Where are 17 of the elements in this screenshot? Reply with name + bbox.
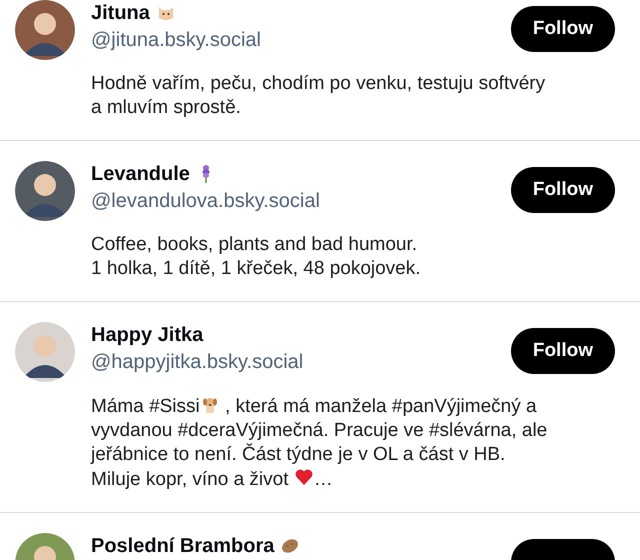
profile-handle: @jituna.bsky.social (91, 28, 261, 53)
profile-bio: Máma #Sissi , která má manžela #panVýjimečný a vyvdanou #dceraVýjimečná. Pracuje ve #slévárna, ale jeřábnice to není. Část týdne je v OL a část v HB. Miluje kopr, víno a život … (91, 394, 548, 492)
profile-name: Happy Jitka (91, 323, 204, 348)
avatar (15, 0, 75, 60)
profile-bio: Hodně vařím, peču, chodím po venku, testuju softvéry a mluvím sprostě. (91, 72, 546, 120)
follow-button[interactable]: Follow (510, 328, 615, 374)
profile-bio: Coffee, books, plants and bad humour. 1 holka, 1 dítě, 1 křeček, 48 pokojovek. (91, 233, 422, 281)
profile-handle: @happyjitka.bsky.social (91, 350, 304, 375)
avatar (15, 322, 75, 382)
profile-name: Levandule (91, 162, 190, 187)
follow-button[interactable]: Follow (510, 6, 615, 52)
heart-icon (294, 467, 314, 487)
profile-name: Jituna (91, 1, 150, 26)
profile-handle: @levandulova.bsky.social (91, 189, 320, 214)
avatar (15, 161, 75, 221)
follow-button[interactable]: Follow (510, 167, 615, 213)
profile-name: Poslední Brambora (91, 534, 274, 559)
